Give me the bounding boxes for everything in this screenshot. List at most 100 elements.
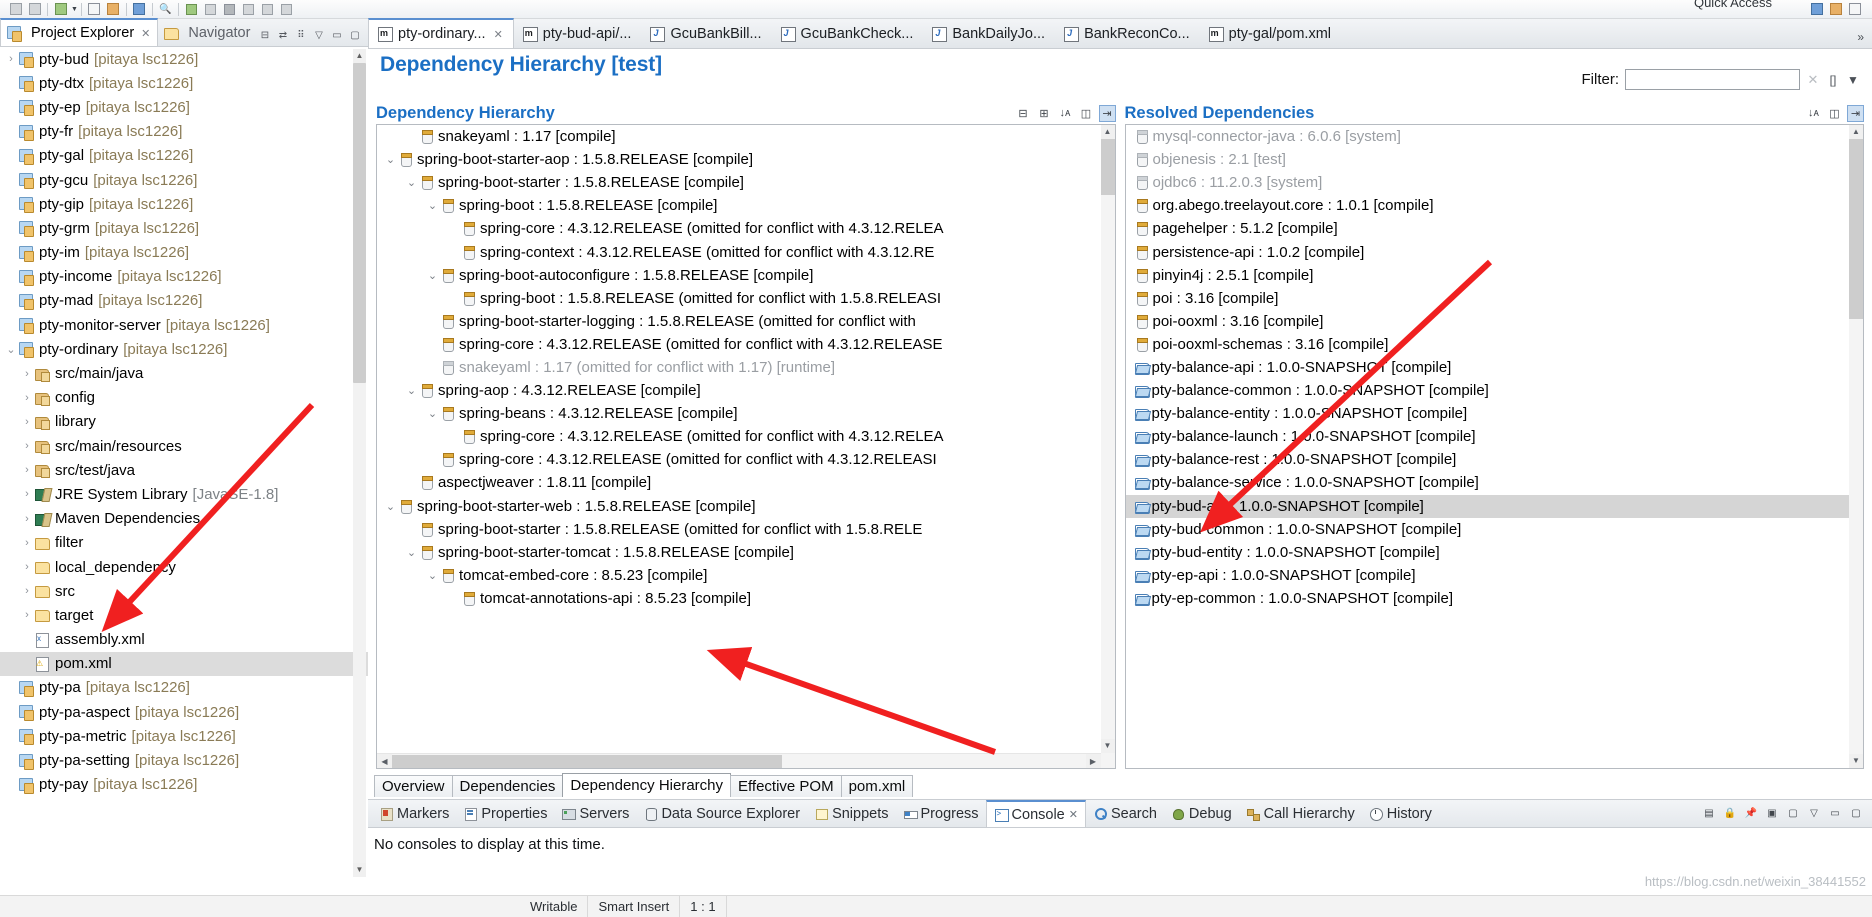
tree-item-pty-pa-metric[interactable]: pty-pa-metric [pitaya lsc1226] <box>0 724 368 748</box>
export-dropdown-icon[interactable]: ▼ <box>71 6 78 13</box>
bottom-tab-data-source-explorer[interactable]: Data Source Explorer <box>636 801 807 827</box>
sort-icon[interactable]: ↓ᴀ <box>1805 105 1822 122</box>
editor-tab-3[interactable]: GcuBankCheck... <box>772 20 924 48</box>
maximize-icon[interactable]: ▢ <box>347 28 362 43</box>
tree-item-src-main-resources[interactable]: › src/main/resources <box>0 434 368 458</box>
editor-tab-overflow[interactable]: » <box>1857 30 1872 48</box>
tree-item-src-main-java[interactable]: › src/main/java <box>0 361 368 385</box>
chevron-down-icon[interactable]: ▽ <box>311 28 326 43</box>
editor-tab-2[interactable]: GcuBankBill... <box>641 20 771 48</box>
form-tab-dependency-hierarchy[interactable]: Dependency Hierarchy <box>562 773 731 797</box>
pin-console-icon[interactable]: 📌 <box>1743 806 1759 821</box>
tree-item-config[interactable]: › config <box>0 386 368 410</box>
resolved-row[interactable]: pty-bud-common : 1.0.0-SNAPSHOT [compile… <box>1126 518 1850 541</box>
tree-item-jre-system-library[interactable]: › JRE System Library [JavaSE-1.8] <box>0 482 368 506</box>
chevron-down-icon[interactable]: ⌄ <box>425 569 440 582</box>
hierarchy-row[interactable]: spring-context : 4.3.12.RELEASE (omitted… <box>377 240 1101 263</box>
resolved-row[interactable]: poi-ooxml : 3.16 [compile] <box>1126 310 1850 333</box>
perspective-open-icon[interactable] <box>1846 1 1863 17</box>
resolved-row[interactable]: pty-bud-api : 1.0.0-SNAPSHOT [compile] <box>1125 494 1849 518</box>
bottom-tab-properties[interactable]: Properties <box>456 801 554 827</box>
stop-icon[interactable] <box>221 1 238 17</box>
bottom-tab-console[interactable]: Console ✕ <box>985 800 1086 827</box>
chevron-right-icon[interactable]: › <box>20 609 34 621</box>
tree-item-pty-monitor-server[interactable]: pty-monitor-server [pitaya lsc1226] <box>0 313 368 337</box>
bottom-tab-search[interactable]: Search <box>1086 801 1164 827</box>
tree-item-pty-pa[interactable]: pty-pa [pitaya lsc1226] <box>0 676 368 700</box>
tree-item-pty-gip[interactable]: pty-gip [pitaya lsc1226] <box>0 192 368 216</box>
tree-item-pom-xml[interactable]: pom.xml <box>0 651 368 676</box>
scroll-lock-icon[interactable]: 🔒 <box>1722 806 1738 821</box>
resolved-vscrollbar[interactable]: ▲ ▼ <box>1849 125 1863 768</box>
project-tree[interactable]: › pty-bud [pitaya lsc1226] pty-dtx [pitaya l… <box>0 47 368 917</box>
pause-icon[interactable] <box>202 1 219 17</box>
resolved-row[interactable]: pty-balance-entity : 1.0.0-SNAPSHOT [com… <box>1126 402 1850 425</box>
resolved-row[interactable]: persistence-api : 1.0.2 [compile] <box>1126 240 1850 263</box>
tree-item-pty-ordinary[interactable]: ⌄ pty-ordinary [pitaya lsc1226] <box>0 337 368 361</box>
close-icon[interactable]: ✕ <box>141 27 150 40</box>
hierarchy-row[interactable]: ⌄ spring-boot-starter : 1.5.8.RELEASE [co… <box>377 171 1101 194</box>
bottom-tab-history[interactable]: History <box>1362 801 1439 827</box>
chevron-right-icon[interactable]: › <box>20 464 34 476</box>
close-icon[interactable]: ✕ <box>494 28 503 41</box>
hierarchy-row[interactable]: aspectjweaver : 1.8.11 [compile] <box>377 471 1101 494</box>
hierarchy-row[interactable]: ⌄ spring-boot-starter-web : 1.5.8.RELEASE… <box>377 495 1101 518</box>
link-with-editor-icon[interactable]: ⇄ <box>275 28 290 43</box>
tree-item-pty-grm[interactable]: pty-grm [pitaya lsc1226] <box>0 216 368 240</box>
tree-item-src-test-java[interactable]: › src/test/java <box>0 458 368 482</box>
hierarchy-vscrollbar[interactable]: ▲ ▼ <box>1100 125 1115 768</box>
resolved-row[interactable]: pty-balance-launch : 1.0.0-SNAPSHOT [com… <box>1126 425 1850 448</box>
chevron-down-icon[interactable]: ⌄ <box>404 384 419 397</box>
hierarchy-tree[interactable]: snakeyaml : 1.17 [compile] ⌄ spring-boot-s… <box>377 125 1101 753</box>
tree-item-pty-income[interactable]: pty-income [pitaya lsc1226] <box>0 265 368 289</box>
chevron-down-icon[interactable]: ⌄ <box>425 199 440 212</box>
chevron-right-icon[interactable]: › <box>20 416 34 428</box>
hierarchy-row[interactable]: ⌄ spring-aop : 4.3.12.RELEASE [compile] <box>377 379 1101 402</box>
form-tab-pom-xml[interactable]: pom.xml <box>840 775 914 797</box>
vscroll-thumb[interactable] <box>353 63 366 383</box>
project-tree-vscrollbar[interactable]: ▲ ▼ <box>353 49 366 877</box>
chevron-right-icon[interactable]: › <box>20 513 34 525</box>
hierarchy-row[interactable]: snakeyaml : 1.17 (omitted for conflict w… <box>377 356 1101 379</box>
collapse-all-icon[interactable]: ⊟ <box>257 28 272 43</box>
export-icon[interactable] <box>52 1 69 17</box>
chevron-right-icon[interactable]: › <box>20 537 34 549</box>
hierarchy-row[interactable]: spring-boot-starter-logging : 1.5.8.RELE… <box>377 310 1101 333</box>
bottom-tab-call-hierarchy[interactable]: Call Hierarchy <box>1239 801 1362 827</box>
editor-tab-6[interactable]: pty-gal/pom.xml <box>1200 20 1341 48</box>
run-config-icon[interactable] <box>105 1 122 17</box>
expand-icon[interactable]: [] <box>1826 73 1840 87</box>
view-menu-icon[interactable]: ⠿ <box>293 28 308 43</box>
editor-tab-0[interactable]: pty-ordinary... ✕ <box>368 18 514 48</box>
maximize-icon[interactable]: ▢ <box>1848 806 1864 821</box>
minimize-icon[interactable]: ▭ <box>329 28 344 43</box>
hierarchy-row[interactable]: ⌄ spring-boot-starter-tomcat : 1.5.8.RELE… <box>377 541 1101 564</box>
chevron-down-icon[interactable]: ⌄ <box>425 269 440 282</box>
search-icon[interactable]: 🔍 <box>157 1 174 17</box>
chevron-down-icon[interactable]: ⌄ <box>383 153 398 166</box>
quick-access-field[interactable]: Quick Access <box>1694 0 1772 10</box>
form-tab-overview[interactable]: Overview <box>374 775 453 797</box>
step-over-icon[interactable] <box>240 1 257 17</box>
tree-item-pty-fr[interactable]: pty-fr [pitaya lsc1226] <box>0 120 368 144</box>
tree-item-pty-pa-setting[interactable]: pty-pa-setting [pitaya lsc1226] <box>0 748 368 772</box>
tree-item-pty-gal[interactable]: pty-gal [pitaya lsc1226] <box>0 144 368 168</box>
tree-item-pty-mad[interactable]: pty-mad [pitaya lsc1226] <box>0 289 368 313</box>
tab-project-explorer[interactable]: Project Explorer ✕ <box>0 18 159 46</box>
tree-item-src[interactable]: › src <box>0 579 368 603</box>
hierarchy-row[interactable]: spring-core : 4.3.12.RELEASE (omitted fo… <box>377 217 1101 240</box>
chevron-down-icon[interactable]: ⌄ <box>404 546 419 559</box>
hierarchy-row[interactable]: ⌄ spring-boot-starter-aop : 1.5.8.RELEASE… <box>377 148 1101 171</box>
resolved-row[interactable]: pty-bud-entity : 1.0.0-SNAPSHOT [compile… <box>1126 541 1850 564</box>
display-console-icon[interactable]: ▣ <box>1764 806 1780 821</box>
open-console-icon[interactable]: ▢ <box>1785 806 1801 821</box>
tree-item-library[interactable]: › library <box>0 410 368 434</box>
tree-item-maven-dependencies[interactable]: › Maven Dependencies <box>0 507 368 531</box>
tree-item-pty-gcu[interactable]: pty-gcu [pitaya lsc1226] <box>0 168 368 192</box>
sort-alphabetically-icon[interactable]: ↓ᴀ <box>1057 105 1074 122</box>
tree-item-pty-ep[interactable]: pty-ep [pitaya lsc1226] <box>0 95 368 119</box>
hierarchy-row[interactable]: spring-core : 4.3.12.RELEASE (omitted fo… <box>377 333 1101 356</box>
show-groupid-icon[interactable]: ◫ <box>1078 105 1095 122</box>
chevron-down-icon[interactable]: ⌄ <box>4 343 18 356</box>
link-selection-icon[interactable]: ⇥ <box>1098 104 1116 122</box>
